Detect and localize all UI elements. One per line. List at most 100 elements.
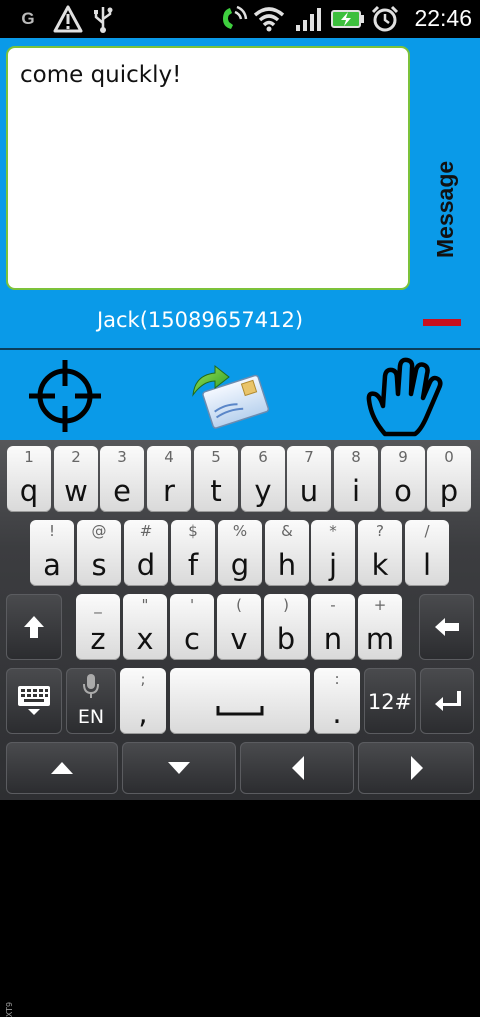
battery-charging-icon xyxy=(330,4,366,34)
contact-label[interactable]: Jack(15089657412) xyxy=(0,308,400,332)
key-w[interactable]: 2w xyxy=(54,446,98,512)
key-l[interactable]: / l xyxy=(405,520,449,586)
key-hint: % xyxy=(232,522,248,540)
key-label: e xyxy=(113,474,131,508)
key-hint: 0 xyxy=(444,448,454,466)
key-j[interactable]: * j xyxy=(311,520,355,586)
key-hint: + xyxy=(373,596,387,614)
key-hint: 2 xyxy=(71,448,81,466)
key-label: x xyxy=(136,622,154,656)
phone-signal-icon xyxy=(218,4,248,34)
comma-key[interactable]: ; , xyxy=(120,668,166,734)
key-z[interactable]: _ z xyxy=(76,594,120,660)
key-p[interactable]: 0p xyxy=(427,446,471,512)
arrow-left-key[interactable] xyxy=(240,742,354,794)
alarm-clock-icon xyxy=(370,4,400,34)
usb-icon xyxy=(90,4,116,34)
key-hint: 8 xyxy=(351,448,361,466)
period-key[interactable]: : . xyxy=(314,668,360,734)
backspace-key[interactable] xyxy=(419,594,474,660)
key-f[interactable]: $ f xyxy=(171,520,215,586)
key-x[interactable]: " x xyxy=(123,594,167,660)
key-hint: 3 xyxy=(117,448,127,466)
space-key[interactable] xyxy=(170,668,310,734)
language-label: EN xyxy=(77,706,105,728)
key-hint: 7 xyxy=(304,448,314,466)
key-hint: * xyxy=(329,522,337,540)
cell-signal-icon xyxy=(294,4,324,34)
key-n[interactable]: -n xyxy=(311,594,355,660)
key-label: h xyxy=(277,548,297,582)
key-b[interactable]: ) b xyxy=(264,594,308,660)
key-hint: 9 xyxy=(398,448,408,466)
key-g[interactable]: % g xyxy=(218,520,262,586)
key-label: v xyxy=(230,622,248,656)
send-mail-icon[interactable] xyxy=(180,356,280,436)
key-label: p xyxy=(439,474,459,508)
key-v[interactable]: (v xyxy=(217,594,261,660)
warning-icon xyxy=(52,4,84,34)
key-c[interactable]: ' c xyxy=(170,594,214,660)
key-label: u xyxy=(299,474,319,508)
key-hint: # xyxy=(139,522,153,540)
key-label: i xyxy=(351,474,361,508)
key-hint: 5 xyxy=(211,448,221,466)
arrow-down-key[interactable] xyxy=(122,742,236,794)
key-e[interactable]: 3e xyxy=(100,446,144,512)
key-r[interactable]: 4r xyxy=(147,446,191,512)
key-hint: ) xyxy=(283,596,289,614)
shift-key[interactable] xyxy=(6,594,62,660)
key-hint: - xyxy=(330,596,336,614)
key-label: r xyxy=(163,474,175,508)
key-hint: ? xyxy=(376,522,384,540)
remove-contact-button[interactable] xyxy=(423,319,461,326)
key-label: n xyxy=(323,622,343,656)
key-u[interactable]: 7u xyxy=(287,446,331,512)
wifi-icon xyxy=(252,4,286,34)
action-toolbar xyxy=(0,350,480,440)
message-side-label: Message xyxy=(432,160,458,258)
key-q[interactable]: 1q xyxy=(7,446,51,512)
key-label: m xyxy=(365,622,395,656)
key-label: a xyxy=(43,548,61,582)
message-panel: come quickly! Message Jack(15089657412) xyxy=(0,38,480,348)
key-label: l xyxy=(422,548,432,582)
key-hint: " xyxy=(141,596,149,614)
symbols-key[interactable]: 12# xyxy=(364,668,416,734)
key-hint: ! xyxy=(48,522,55,540)
key-k[interactable]: ? k xyxy=(358,520,402,586)
key-a[interactable]: ! a xyxy=(30,520,74,586)
key-label: b xyxy=(276,622,296,656)
key-label: j xyxy=(328,548,338,582)
arrow-up-key[interactable] xyxy=(6,742,118,794)
voice-language-key[interactable]: EN xyxy=(66,668,116,734)
crosshair-icon[interactable] xyxy=(20,356,110,436)
message-input[interactable]: come quickly! xyxy=(6,46,410,290)
arrow-right-key[interactable] xyxy=(358,742,474,794)
key-label: y xyxy=(254,474,272,508)
xt9-label: XT9 xyxy=(5,1001,15,1017)
network-type-indicator: G xyxy=(21,9,35,28)
key-m[interactable]: + m xyxy=(358,594,402,660)
key-t[interactable]: 5t xyxy=(194,446,238,512)
soft-keyboard: XT9 1 q 2 w 3 e 4 r 5 t 6 y 7 u 8 i 9 o 0 p! a @ s # d $ f% g & h * j? k… xyxy=(0,440,480,1017)
key-s[interactable]: @ s xyxy=(77,520,121,586)
key-y[interactable]: 6y xyxy=(241,446,285,512)
key-o[interactable]: 9o xyxy=(381,446,425,512)
key-hint: ( xyxy=(236,596,242,614)
keyboard-settings-key[interactable] xyxy=(6,668,62,734)
key-hint: 1 xyxy=(24,448,34,466)
key-d[interactable]: # d xyxy=(124,520,168,586)
key-h[interactable]: & h xyxy=(265,520,309,586)
key-label: d xyxy=(136,548,156,582)
key-label: o xyxy=(394,474,412,508)
key-hint: $ xyxy=(188,522,198,540)
hand-icon[interactable] xyxy=(356,356,456,437)
key-i[interactable]: 8i xyxy=(334,446,378,512)
key-label: t xyxy=(210,474,222,508)
key-hint: 6 xyxy=(258,448,268,466)
enter-key[interactable] xyxy=(420,668,474,734)
key-label: s xyxy=(91,548,107,582)
status-bar: G 22:46 xyxy=(0,0,480,38)
message-text: come quickly! xyxy=(20,62,182,88)
